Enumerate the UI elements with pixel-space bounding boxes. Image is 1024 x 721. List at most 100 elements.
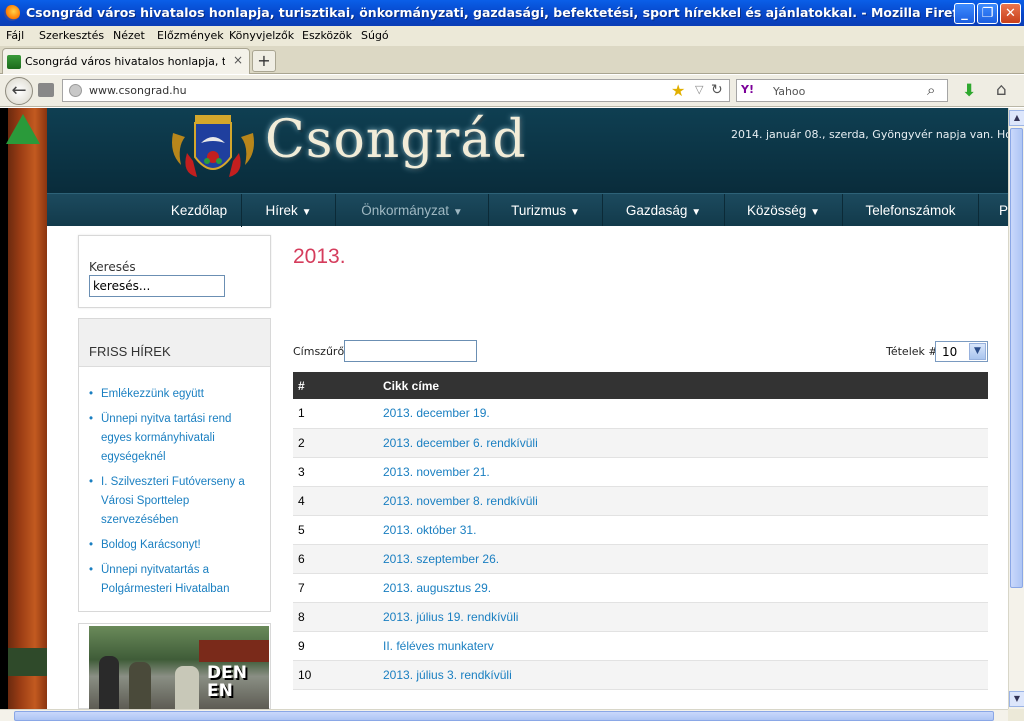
news-link[interactable]: Emlékezzünk együtt [89,385,259,404]
reload-icon[interactable]: ↻ [711,82,723,98]
site-search-box: Keresés [78,235,271,308]
news-link[interactable]: I. Szilveszteri Futóverseny a Városi Spo… [89,473,259,530]
coat-of-arms-icon[interactable] [167,113,259,183]
row-number: 4 [293,486,383,516]
nav-economy-label: Gazdaság [625,203,688,218]
row-number: 8 [293,602,383,632]
row-number: 1 [293,399,383,429]
up-arrow-icon[interactable] [6,114,40,144]
items-per-page-label: Tételek # [886,345,938,358]
nav-news[interactable]: Hírek ▼ [242,194,336,227]
row-number: 5 [293,515,383,545]
magnifier-icon[interactable]: ⌕ [927,81,935,99]
row-title-cell: 2013. szeptember 26. [383,544,988,574]
vertical-scrollbar[interactable]: ▲ ▼ [1008,108,1024,709]
url-dropdown-icon[interactable]: ▽ [695,83,703,96]
site-search-input[interactable] [89,275,225,297]
row-number: 6 [293,544,383,574]
horizontal-scrollbar[interactable] [0,709,1008,721]
news-link[interactable]: Ünnepi nyitvatartás a Polgármesteri Hiva… [89,561,259,599]
menu-file[interactable]: Fájl [6,29,24,42]
table-row: 7 2013. augusztus 29. [293,573,988,603]
background-photo-detail [8,648,47,676]
maximize-button[interactable]: ❐ [977,3,998,24]
nav-phone-numbers[interactable]: Telefonszámok [843,194,979,227]
title-filter-input[interactable] [344,340,477,362]
search-bar[interactable]: Y! Yahoo ⌕ [736,79,948,102]
row-title-cell: 2013. október 31. [383,515,988,545]
download-icon[interactable]: ⬇ [962,81,976,101]
horizontal-scroll-thumb[interactable] [14,711,994,721]
table-row: 2 2013. december 6. rendkívüli [293,428,988,458]
site-favicon-icon [7,55,21,69]
page-info-icon[interactable] [38,83,54,97]
home-icon[interactable]: ⌂ [996,80,1007,100]
window-title: Csongrád város hivatalos honlapja, turis… [26,5,975,20]
menu-view[interactable]: Nézet [113,29,145,42]
latest-news-box: FRISS HÍREK Emlékezzünk együtt Ünnepi ny… [78,318,271,612]
article-link[interactable]: 2013. november 8. rendkívüli [383,494,538,508]
nav-news-label: Hírek [265,203,298,218]
menu-help[interactable]: Súgó [361,29,389,42]
row-number: 9 [293,631,383,661]
globe-icon [69,84,82,97]
latest-news-header: FRISS HÍREK [79,319,270,367]
nav-government[interactable]: Önkormányzat ▼ [336,194,489,227]
menu-history[interactable]: Előzmények [157,29,224,42]
table-row: 10 2013. július 3. rendkívüli [293,660,988,690]
article-link[interactable]: 2013. október 31. [383,523,476,537]
menu-edit[interactable]: Szerkesztés [39,29,104,42]
nav-tourism[interactable]: Turizmus ▼ [489,194,603,227]
row-title-cell: 2013. augusztus 29. [383,573,988,603]
nav-tourism-label: Turizmus [511,203,567,218]
thumbnail-person [99,656,119,709]
menu-bookmarks[interactable]: Könyvjelzők [229,29,294,42]
article-link[interactable]: 2013. augusztus 29. [383,581,491,595]
row-title-cell: II. féléves munkaterv [383,631,988,661]
nav-economy[interactable]: Gazdaság ▼ [603,194,725,227]
article-link[interactable]: 2013. december 6. rendkívüli [383,436,538,450]
nav-home[interactable]: Kezdőlap [157,194,242,227]
row-number: 7 [293,573,383,603]
video-thumbnail[interactable]: DEN EN [89,626,269,709]
scroll-up-icon[interactable]: ▲ [1009,110,1024,126]
article-link[interactable]: II. féléves munkaterv [383,639,494,653]
article-link[interactable]: 2013. július 19. rendkívüli [383,610,518,624]
vertical-scroll-thumb[interactable] [1010,128,1023,588]
tab-label: Csongrád város hivatalos honlapja, turis… [25,55,225,68]
article-link[interactable]: 2013. szeptember 26. [383,552,499,566]
yahoo-engine-icon[interactable]: Y! [741,83,754,96]
back-button[interactable]: ← [5,77,33,105]
nav-more[interactable]: P [979,194,1008,227]
scrollbar-corner [1008,709,1024,721]
minimize-button[interactable]: _ [954,3,975,24]
url-bar[interactable]: www.csongrad.hu ★ ▽ ↻ [62,79,730,102]
news-link[interactable]: Ünnepi nyitva tartási rend egyes kormány… [89,410,259,467]
site-main-nav: Kezdőlap Hírek ▼ Önkormányzat ▼ Turizmus… [47,193,1008,227]
row-title-cell: 2013. december 19. [383,399,988,429]
column-header-number[interactable]: # [293,372,383,399]
article-link[interactable]: 2013. november 21. [383,465,490,479]
table-header-row: # Cikk címe [293,372,988,399]
thumbnail-building [199,640,269,662]
column-header-title[interactable]: Cikk címe [383,372,988,399]
menu-bar: Fájl Szerkesztés Nézet Előzmények Könyvj… [0,26,1024,46]
url-text[interactable]: www.csongrad.hu [89,84,187,97]
menu-tools[interactable]: Eszközök [302,29,352,42]
scroll-down-icon[interactable]: ▼ [1009,691,1024,707]
tab-close-icon[interactable]: × [233,53,243,67]
new-tab-button[interactable]: + [252,50,276,72]
article-link[interactable]: 2013. július 3. rendkívüli [383,668,512,682]
site-logo-text[interactable]: Csongrád [265,110,527,170]
nav-community[interactable]: Közösség ▼ [725,194,843,227]
news-link[interactable]: Boldog Karácsonyt! [89,536,259,555]
site-header: Csongrád 2014. január 08., szerda, Gyöng… [47,108,1008,193]
chevron-down-icon[interactable]: ▼ [969,343,986,360]
latest-news-list: Emlékezzünk együtt Ünnepi nyitva tartási… [89,385,259,605]
star-icon[interactable]: ★ [671,81,685,100]
article-link[interactable]: 2013. december 19. [383,406,490,420]
row-title-cell: 2013. december 6. rendkívüli [383,428,988,458]
items-per-page-select[interactable]: 10 ▼ [935,341,988,362]
close-window-button[interactable]: ✕ [1000,3,1021,24]
browser-tab[interactable]: Csongrád város hivatalos honlapja, turis… [2,48,250,74]
